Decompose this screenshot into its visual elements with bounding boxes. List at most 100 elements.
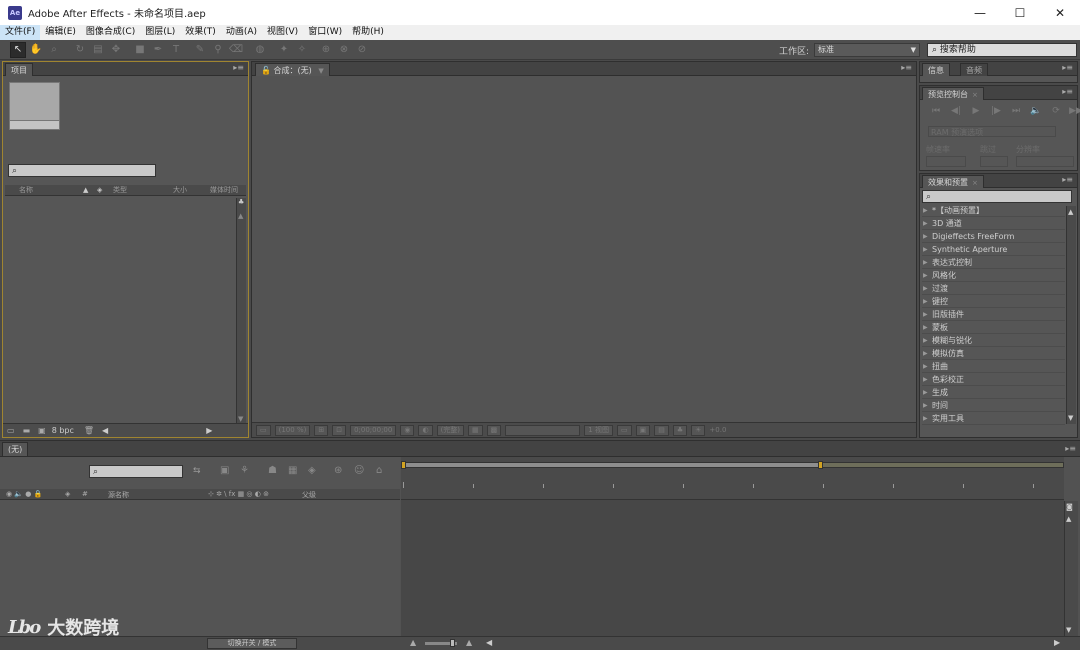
ram-preview-options-select[interactable]: RAM 预演选项: [928, 126, 1056, 137]
menu-window[interactable]: 窗口(W): [303, 25, 347, 40]
bit-depth-button[interactable]: 8 bpc: [52, 426, 74, 435]
axis-icon[interactable]: ✧: [294, 42, 310, 58]
active-camera-select[interactable]: [505, 424, 581, 436]
composition-viewer[interactable]: [252, 76, 916, 422]
play-icon[interactable]: ▶: [966, 106, 986, 116]
resolution-select[interactable]: [1016, 156, 1074, 167]
new-folder-icon[interactable]: ▬: [23, 426, 31, 435]
last-frame-icon[interactable]: ⏭: [1006, 106, 1026, 116]
close-icon[interactable]: ×: [972, 91, 978, 99]
tab-audio[interactable]: 音频: [960, 63, 988, 76]
list-item[interactable]: Synthetic Aperture: [922, 243, 1065, 256]
list-item[interactable]: 色彩校正: [922, 373, 1065, 386]
flowchart-icon[interactable]: ♣: [238, 198, 244, 206]
exposure-icon[interactable]: ☀: [691, 424, 706, 436]
auto-keyframe-icon[interactable]: ⌂: [376, 465, 382, 476]
av-features-icons[interactable]: ◉ 🔈 ● 🔒: [6, 490, 42, 498]
always-preview-icon[interactable]: ▭: [256, 424, 271, 436]
work-area-bar[interactable]: [403, 462, 820, 468]
snapshot-icon[interactable]: ◉: [400, 424, 415, 436]
safe-zones-icon[interactable]: ⊞: [314, 424, 329, 436]
close-icon[interactable]: ×: [972, 179, 978, 187]
column-name[interactable]: 名称: [19, 185, 33, 195]
fast-previews-icon[interactable]: ▣: [635, 424, 651, 436]
pan-behind-tool-icon[interactable]: ✥: [108, 42, 124, 58]
composition-mini-flowchart-icon[interactable]: ⇆: [193, 466, 201, 476]
column-parent[interactable]: 父级: [302, 490, 316, 500]
list-item[interactable]: 旧版插件: [922, 308, 1065, 321]
scroll-left-icon[interactable]: ◀: [102, 426, 108, 435]
previous-frame-icon[interactable]: ◀|: [946, 106, 966, 116]
new-composition-icon[interactable]: ▣: [38, 426, 46, 435]
local-axis-icon[interactable]: ⊕: [318, 42, 334, 58]
transparency-grid-icon[interactable]: ▩: [486, 424, 502, 436]
timecode-display[interactable]: 0;00;00;00: [350, 424, 397, 436]
work-area-end-handle[interactable]: [818, 461, 823, 469]
list-item[interactable]: 生成: [922, 386, 1065, 399]
loop-icon[interactable]: ⟳: [1046, 106, 1066, 116]
workspace-select[interactable]: 标准 ▼: [814, 43, 920, 57]
trash-icon[interactable]: 🗑: [84, 426, 94, 435]
mask-visibility-icon[interactable]: ⊡: [332, 424, 347, 436]
list-item[interactable]: 实用工具: [922, 412, 1065, 425]
panel-menu-icon[interactable]: ▸≡: [233, 63, 244, 72]
time-ruler[interactable]: [401, 457, 1064, 500]
maximize-button[interactable]: ☐: [1000, 0, 1040, 25]
column-source-name[interactable]: 源名称: [108, 490, 129, 500]
column-duration[interactable]: 媒体时间: [210, 185, 238, 195]
timeline-icon[interactable]: ▤: [654, 424, 669, 436]
panel-menu-icon[interactable]: ▸≡: [901, 63, 912, 72]
column-size[interactable]: 大小: [173, 185, 187, 195]
label-tag-icon[interactable]: ◈: [97, 186, 102, 194]
zoom-tool-icon[interactable]: ⌕: [46, 42, 62, 58]
toggle-pixel-aspect-icon[interactable]: ▭: [616, 424, 632, 436]
zoom-out-icon[interactable]: ▲: [410, 638, 416, 647]
scroll-down-icon[interactable]: ▼: [238, 415, 243, 423]
exposure-value[interactable]: +0.0: [709, 426, 726, 434]
tab-effects-presets[interactable]: 效果和预置 ×: [922, 175, 984, 188]
list-item[interactable]: 风格化: [922, 269, 1065, 282]
list-item[interactable]: 表达式控制: [922, 256, 1065, 269]
list-item[interactable]: 蒙板: [922, 321, 1065, 334]
world-axis-icon[interactable]: ⊗: [336, 42, 352, 58]
view-layout-select[interactable]: 1 视图: [584, 424, 613, 436]
hide-shy-layers-icon[interactable]: ☗: [268, 465, 277, 476]
scroll-right-icon[interactable]: ▶: [1054, 638, 1060, 647]
graph-editor-icon[interactable]: ⊛: [334, 465, 342, 476]
tab-timeline[interactable]: (无): [2, 442, 29, 456]
puppet-pin-tool-icon[interactable]: ✦: [276, 42, 292, 58]
draft-3d-icon[interactable]: ⚘: [240, 465, 249, 476]
list-item[interactable]: Digieffects FreeForm: [922, 230, 1065, 243]
show-channel-icon[interactable]: ◐: [418, 424, 433, 436]
selection-tool-icon[interactable]: ↖: [10, 41, 26, 58]
help-search-input[interactable]: ⌕ 搜索帮助: [927, 43, 1077, 57]
menu-layer[interactable]: 图层(L): [140, 25, 180, 40]
resolution-select[interactable]: (完整): [436, 424, 465, 436]
layer-switches-icons[interactable]: ⊹ ✲ \ fx ▦ ◎ ◐ ⊚: [208, 490, 269, 498]
motion-blur-icon[interactable]: ◈: [308, 465, 316, 476]
chevron-down-icon[interactable]: ▼: [318, 67, 323, 75]
region-of-interest-icon[interactable]: ▦: [468, 424, 483, 436]
camera-tool-icon[interactable]: ▤: [90, 42, 106, 58]
ram-preview-icon[interactable]: ▶▶: [1066, 106, 1080, 116]
column-type[interactable]: 类型: [113, 185, 127, 195]
scroll-up-icon[interactable]: ▲: [1066, 515, 1071, 523]
scroll-up-icon[interactable]: ▲: [1068, 208, 1073, 216]
panel-menu-icon[interactable]: ▸≡: [1062, 87, 1073, 96]
menu-help[interactable]: 帮助(H): [347, 25, 389, 40]
effects-vertical-scrollbar[interactable]: ▲ ▼: [1066, 206, 1076, 424]
menu-edit[interactable]: 编辑(E): [40, 25, 81, 40]
skip-select[interactable]: [980, 156, 1008, 167]
tab-project[interactable]: 项目: [5, 63, 33, 76]
menu-composition[interactable]: 图像合成(C): [81, 25, 140, 40]
scroll-down-icon[interactable]: ▼: [1066, 626, 1071, 634]
comp-button-icon[interactable]: ◙: [1066, 503, 1073, 511]
rotate-tool-icon[interactable]: ↻: [72, 42, 88, 58]
interpret-footage-icon[interactable]: ▭: [7, 426, 15, 435]
first-frame-icon[interactable]: ⏮: [926, 106, 946, 116]
mute-audio-icon[interactable]: 🔈: [1026, 106, 1046, 116]
view-axis-icon[interactable]: ⊘: [354, 42, 370, 58]
next-frame-icon[interactable]: |▶: [986, 106, 1006, 116]
hand-tool-icon[interactable]: ✋: [28, 42, 44, 58]
live-update-icon[interactable]: ▣: [220, 465, 229, 476]
